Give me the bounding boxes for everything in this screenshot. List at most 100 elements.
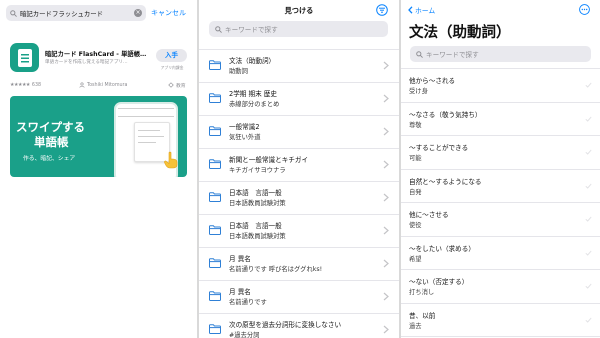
chevron-left-icon: [408, 6, 413, 14]
deck-row[interactable]: 日本語 言語一般 日本語教員試験対策: [199, 182, 399, 215]
deck-subtitle: 名前通りです 呼び名はググれks!: [229, 266, 323, 273]
card-front: 〜をしたい（求める）: [409, 244, 475, 253]
check-icon[interactable]: [585, 216, 592, 222]
back-label: ホーム: [415, 7, 436, 15]
chevron-right-icon: [383, 61, 389, 70]
card-back: 可能: [409, 155, 422, 162]
card-front: 昔、以前: [409, 311, 436, 320]
card-back: 使役: [409, 222, 422, 229]
deck-title: 月 異名: [229, 255, 251, 263]
chevron-right-icon: [383, 259, 389, 268]
app-name[interactable]: 暗記カード FlashCard - 単語帳…: [45, 49, 157, 58]
keyword-search-field[interactable]: キーワードで探す: [209, 21, 388, 37]
search-icon: [10, 9, 17, 17]
folder-icon: [209, 60, 221, 70]
get-button[interactable]: 入手: [156, 49, 187, 62]
deck-title: 日本語 言語一般: [229, 189, 282, 197]
card-row[interactable]: 自然と〜するようになる 自発: [401, 170, 600, 203]
deck-row[interactable]: 一般常識2 気狂い外道: [199, 116, 399, 149]
developer-name: Toshiki Mitomura: [87, 82, 128, 88]
category-name: 教育: [176, 83, 186, 89]
folder-icon: [209, 324, 221, 334]
app-subtitle: 単語カードを作成し覚える暗記アプリ…: [45, 60, 128, 65]
clear-icon[interactable]: ×: [134, 9, 142, 17]
more-icon[interactable]: [579, 4, 590, 15]
search-icon: [215, 25, 222, 33]
card-row[interactable]: 〜なさる（敬う気持ち） 尊敬: [401, 103, 600, 136]
card-back: 過去: [409, 322, 422, 330]
developer-icon: [79, 82, 85, 88]
search-query-text: 暗記カードフラッシュカード: [20, 9, 104, 18]
chevron-right-icon: [383, 127, 389, 136]
chevron-right-icon: [383, 193, 389, 202]
deck-subtitle: 日本語教員試験対策: [229, 200, 286, 207]
card-front: 〜することができる: [409, 144, 469, 152]
back-button[interactable]: ホーム: [408, 5, 435, 15]
keyword-search-field[interactable]: キーワードで探す: [410, 46, 591, 62]
app-screenshot-preview[interactable]: スワイプする 単語帳 作る、暗記、シェア: [10, 96, 187, 177]
folder-icon: [209, 93, 221, 103]
check-icon[interactable]: [585, 283, 592, 289]
deck-title: 日本語 言語一般: [229, 222, 282, 230]
category: 教育: [168, 81, 186, 89]
deck-title: 新聞と一般常識とキチガイ: [229, 156, 309, 164]
check-icon[interactable]: [585, 82, 592, 88]
card-back: 自発: [409, 188, 422, 196]
card-row[interactable]: 〜することができる 可能: [401, 136, 600, 170]
chevron-right-icon: [383, 160, 389, 169]
folder-icon: [209, 291, 221, 301]
filter-icon[interactable]: [376, 4, 388, 16]
card-row[interactable]: 〜をしたい（求める） 希望: [401, 237, 600, 270]
folder-icon: [209, 258, 221, 268]
cancel-button[interactable]: キャンセル: [151, 5, 186, 21]
card-row[interactable]: 他から〜される 受け身: [401, 69, 600, 103]
card-row[interactable]: 〜ない（否定する） 打ち消し: [401, 270, 600, 304]
chevron-right-icon: [383, 226, 389, 235]
banner-headline-2: 単語帳: [34, 135, 69, 149]
chevron-right-icon: [383, 325, 389, 334]
deck-row[interactable]: 月 異名 名前通りです: [199, 281, 399, 314]
folder-icon: [209, 159, 221, 169]
in-app-purchase-note: アプリ内課金: [160, 65, 184, 70]
deck-detail-panel: ホーム 文法（助動詞） キーワードで探す 他から〜される 受け身 〜なさる（敬う…: [401, 0, 600, 338]
card-row[interactable]: 昔、以前 過去: [401, 304, 600, 337]
card-list: 他から〜される 受け身 〜なさる（敬う気持ち） 尊敬 〜することができる 可能 …: [401, 68, 600, 337]
deck-row[interactable]: 文法（助動詞） 助動詞: [199, 50, 399, 83]
check-icon[interactable]: [585, 317, 592, 323]
card-back: 尊敬: [409, 121, 422, 129]
deck-subtitle: キチガイサヨウナラ: [229, 167, 286, 174]
deck-row[interactable]: 月 異名 名前通りです 呼び名はググれks!: [199, 248, 399, 281]
deck-subtitle: 気狂い外道: [229, 134, 261, 141]
app-store-search-field[interactable]: 暗記カードフラッシュカード ×: [6, 5, 146, 21]
card-front: 自然と〜するようになる: [409, 177, 482, 186]
app-icon[interactable]: [10, 43, 39, 72]
flashcard-logo-icon: [17, 48, 32, 67]
deck-row[interactable]: 日本語 言語一般 日本語教員試験対策: [199, 215, 399, 248]
folder-icon: [209, 192, 221, 202]
deck-subtitle: 助動詞: [229, 68, 248, 75]
app-store-panel: 暗記カードフラッシュカード × キャンセル 暗記カード FlashCard - …: [0, 0, 197, 338]
check-icon[interactable]: [585, 250, 592, 256]
deck-row[interactable]: 次の原型を過去分詞形に変換しなさい #過去分詞: [199, 314, 399, 338]
folder-icon: [209, 126, 221, 136]
rating: ★★★★★ 638: [10, 81, 41, 89]
card-row[interactable]: 他に〜させる 使役: [401, 203, 600, 237]
check-icon[interactable]: [585, 183, 592, 189]
banner-tagline: 作る、暗記、シェア: [23, 156, 76, 162]
deck-subtitle: #過去分詞: [229, 332, 260, 338]
category-icon: [168, 82, 174, 88]
card-back: 打ち消し: [409, 289, 435, 296]
deck-title: 2学期 期末 歴史: [229, 90, 277, 98]
deck-title: 一般常識2: [229, 123, 260, 131]
deck-title: 文法（助動詞）: [409, 25, 511, 41]
check-icon[interactable]: [585, 116, 592, 122]
search-icon: [416, 50, 423, 58]
deck-row[interactable]: 2学期 期末 歴史 赤線部分のまとめ: [199, 83, 399, 116]
deck-list: 文法（助動詞） 助動詞 2学期 期末 歴史 赤線部分のまとめ 一般常識2 気狂い…: [199, 49, 399, 338]
card-back: 希望: [409, 255, 422, 263]
deck-title: 文法（助動詞）: [229, 57, 276, 65]
find-panel: 見つける キーワードで探す 文法（助動詞） 助動詞 2学期 期末 歴史 赤線部分…: [199, 0, 399, 338]
check-icon[interactable]: [585, 149, 592, 155]
deck-row[interactable]: 新聞と一般常識とキチガイ キチガイサヨウナラ: [199, 149, 399, 182]
chevron-right-icon: [383, 94, 389, 103]
